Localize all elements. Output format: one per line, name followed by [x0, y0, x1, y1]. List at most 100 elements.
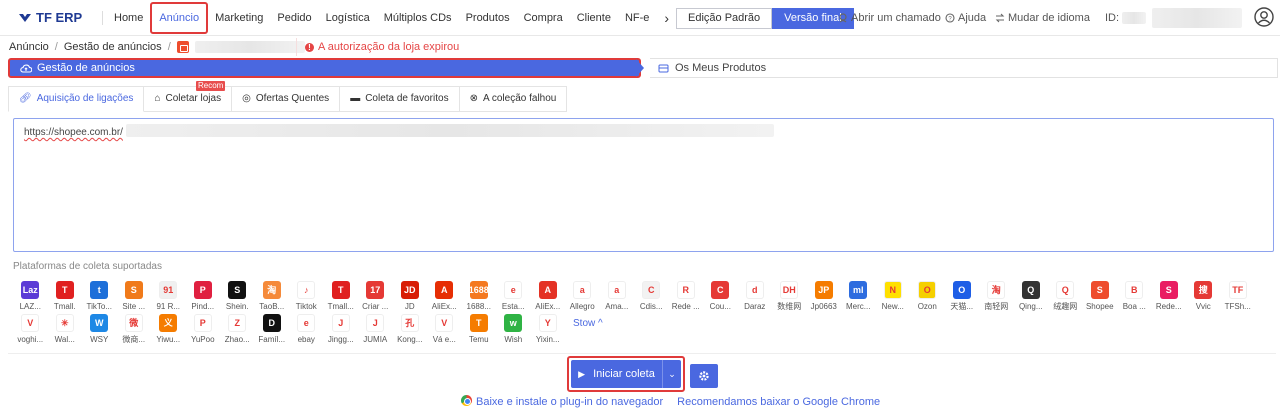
start-collect-main[interactable]: ▶ Iniciar coleta — [571, 360, 663, 388]
user-avatar-icon[interactable] — [1254, 7, 1274, 27]
open-ticket-link[interactable]: Abrir um chamado — [838, 12, 941, 24]
nav-item-produtos[interactable]: Produtos — [459, 0, 517, 36]
platform-logo-icon: ml — [849, 281, 868, 299]
platform-item[interactable]: DH 数维网 — [772, 281, 807, 314]
platform-item[interactable]: A AliEx... — [427, 281, 462, 314]
nav-more-chevron-icon[interactable]: › — [656, 10, 677, 26]
platform-name: TaoB... — [259, 302, 285, 311]
logo-text: TF ERP — [36, 10, 83, 25]
platform-item[interactable]: J JUMIA — [358, 314, 393, 347]
authorization-alert: ! A autorização da loja expirou — [296, 38, 459, 56]
platform-item[interactable]: A AliEx... — [531, 281, 566, 314]
platform-item[interactable]: 搜 Vvic — [1186, 281, 1221, 314]
platform-item[interactable]: O Ozon — [910, 281, 945, 314]
platform-item[interactable]: C Cou... — [703, 281, 738, 314]
platform-item[interactable]: JD JD — [393, 281, 428, 314]
store-name-redacted[interactable] — [194, 41, 305, 53]
start-collect-dropdown-chevron-icon[interactable]: ⌄ — [663, 369, 681, 380]
nav-item-home[interactable]: Home — [107, 0, 150, 36]
platform-logo-icon: Z — [228, 314, 247, 332]
link-redacted — [125, 124, 774, 137]
subtab-colecao-falhou[interactable]: ⊗ A coleção falhou — [459, 86, 568, 112]
stow-toggle[interactable]: Stow ^ — [573, 318, 603, 347]
subtab-aquisicao-de-ligacoes[interactable]: 🔗︎ Aquisição de ligações — [8, 86, 145, 112]
platform-item[interactable]: 孔 Kong... — [393, 314, 428, 347]
platform-name: Wal... — [54, 335, 75, 344]
platform-item[interactable]: S Shein. — [220, 281, 255, 314]
platform-item[interactable]: 淘 TaoB... — [255, 281, 290, 314]
platform-item[interactable]: T Temu — [462, 314, 497, 347]
platform-item[interactable]: B Boa ... — [1117, 281, 1152, 314]
app-logo[interactable]: TF ERP — [18, 10, 82, 25]
platform-item[interactable]: ✳ Wal... — [48, 314, 83, 347]
nav-item-cliente[interactable]: Cliente — [570, 0, 618, 36]
nav-item-pedido[interactable]: Pedido — [270, 0, 318, 36]
settings-button[interactable] — [690, 364, 718, 388]
subtab-coleta-de-favoritos[interactable]: ▬ Coleta de favoritos — [340, 86, 460, 112]
platform-item[interactable]: 淘南轻网 — [979, 281, 1014, 314]
platform-item[interactable]: S Shopee — [1083, 281, 1118, 314]
platform-item[interactable]: Q Qing... — [1014, 281, 1049, 314]
platform-item[interactable]: Z Zhao... — [220, 314, 255, 347]
platform-item[interactable]: W WSY — [82, 314, 117, 347]
platform-item[interactable]: N New... — [876, 281, 911, 314]
platform-item[interactable]: C Cdis... — [634, 281, 669, 314]
help-link[interactable]: ? Ajuda — [945, 12, 986, 24]
link-input-textarea[interactable]: https://shopee.com.br/ — [13, 118, 1274, 252]
platform-item[interactable]: P Pind... — [186, 281, 221, 314]
platform-item[interactable]: S Site ... — [117, 281, 152, 314]
platform-item[interactable]: 义 Yiwu... — [151, 314, 186, 347]
platform-item[interactable]: O 天猫... — [945, 281, 980, 314]
platform-item[interactable]: 微微商... — [117, 314, 152, 347]
subtab-ofertas-quentes[interactable]: ◎ Ofertas Quentes — [232, 86, 341, 112]
start-collect-button[interactable]: ▶ Iniciar coleta ⌄ — [571, 360, 681, 388]
platform-item[interactable]: Laz LAZ... — [13, 281, 48, 314]
platform-item[interactable]: V Vá e... — [427, 314, 462, 347]
platform-item[interactable]: P YuPoo — [186, 314, 221, 347]
platform-item[interactable]: S Rede... — [1152, 281, 1187, 314]
platform-item[interactable]: D Famíl... — [255, 314, 290, 347]
platform-item[interactable]: 91 91 R... — [151, 281, 186, 314]
download-chrome-link[interactable]: Recomendamos baixar o Google Chrome — [677, 396, 880, 408]
platform-item[interactable]: Vvoghi... — [13, 314, 48, 347]
platform-logo-icon: V — [21, 314, 40, 332]
platform-item[interactable]: t TikTo... — [82, 281, 117, 314]
platform-item[interactable]: w Wish — [496, 314, 531, 347]
tab-os-meus-produtos[interactable]: Os Meus Produtos — [650, 58, 1278, 78]
nav-item-nfe[interactable]: NF-e — [618, 0, 656, 36]
platform-item[interactable]: a Ama... — [600, 281, 635, 314]
platform-item[interactable]: ♪ Tiktok — [289, 281, 324, 314]
breadcrumb-separator: / — [167, 41, 171, 53]
tab-gestao-de-anuncios[interactable]: Gestão de anúncios — [8, 58, 641, 78]
platform-name: 1688... — [466, 302, 491, 311]
platform-item[interactable]: ml Merc... — [841, 281, 876, 314]
platform-item[interactable]: 17 Criar ... — [358, 281, 393, 314]
platform-item[interactable]: JP Jp0663 — [807, 281, 842, 314]
language-switcher[interactable]: Mudar de idioma — [995, 12, 1090, 24]
platform-item[interactable]: e Esta... — [496, 281, 531, 314]
play-icon: ▶ — [578, 368, 586, 379]
nav-item-multiplos-cds[interactable]: Múltiplos CDs — [377, 0, 459, 36]
platform-item[interactable]: R Rede ... — [669, 281, 704, 314]
platform-item[interactable]: T Tmall. — [48, 281, 83, 314]
nav-item-anuncio[interactable]: Anúncio — [150, 2, 209, 34]
platform-item[interactable]: e ebay — [289, 314, 324, 347]
nav-item-compra[interactable]: Compra — [517, 0, 570, 36]
platform-item[interactable]: d Daraz — [738, 281, 773, 314]
platform-item[interactable]: Y Yixin... — [531, 314, 566, 347]
platform-name: Yiwu... — [156, 335, 181, 344]
platform-item[interactable]: a Allegro — [565, 281, 600, 314]
nav-item-logistica[interactable]: Logística — [319, 0, 377, 36]
platform-item[interactable]: TF TFSh... — [1221, 281, 1256, 314]
breadcrumb-root[interactable]: Anúncio — [9, 41, 49, 53]
install-plugin-link[interactable]: Baixe e instale o plug-in do navegador — [461, 395, 663, 408]
platform-logo-icon: Y — [538, 314, 557, 332]
nav-item-marketing[interactable]: Marketing — [208, 0, 270, 36]
platform-item[interactable]: T Tmall... — [324, 281, 359, 314]
platform-item[interactable]: J Jingg... — [324, 314, 359, 347]
platform-logo-icon: P — [193, 314, 212, 332]
edition-standard-button[interactable]: Edição Padrão — [676, 8, 773, 29]
platform-item[interactable]: 1688 1688... — [462, 281, 497, 314]
platform-item[interactable]: Q 绒趣网 — [1048, 281, 1083, 314]
breadcrumb-page[interactable]: Gestão de anúncios — [64, 41, 162, 53]
